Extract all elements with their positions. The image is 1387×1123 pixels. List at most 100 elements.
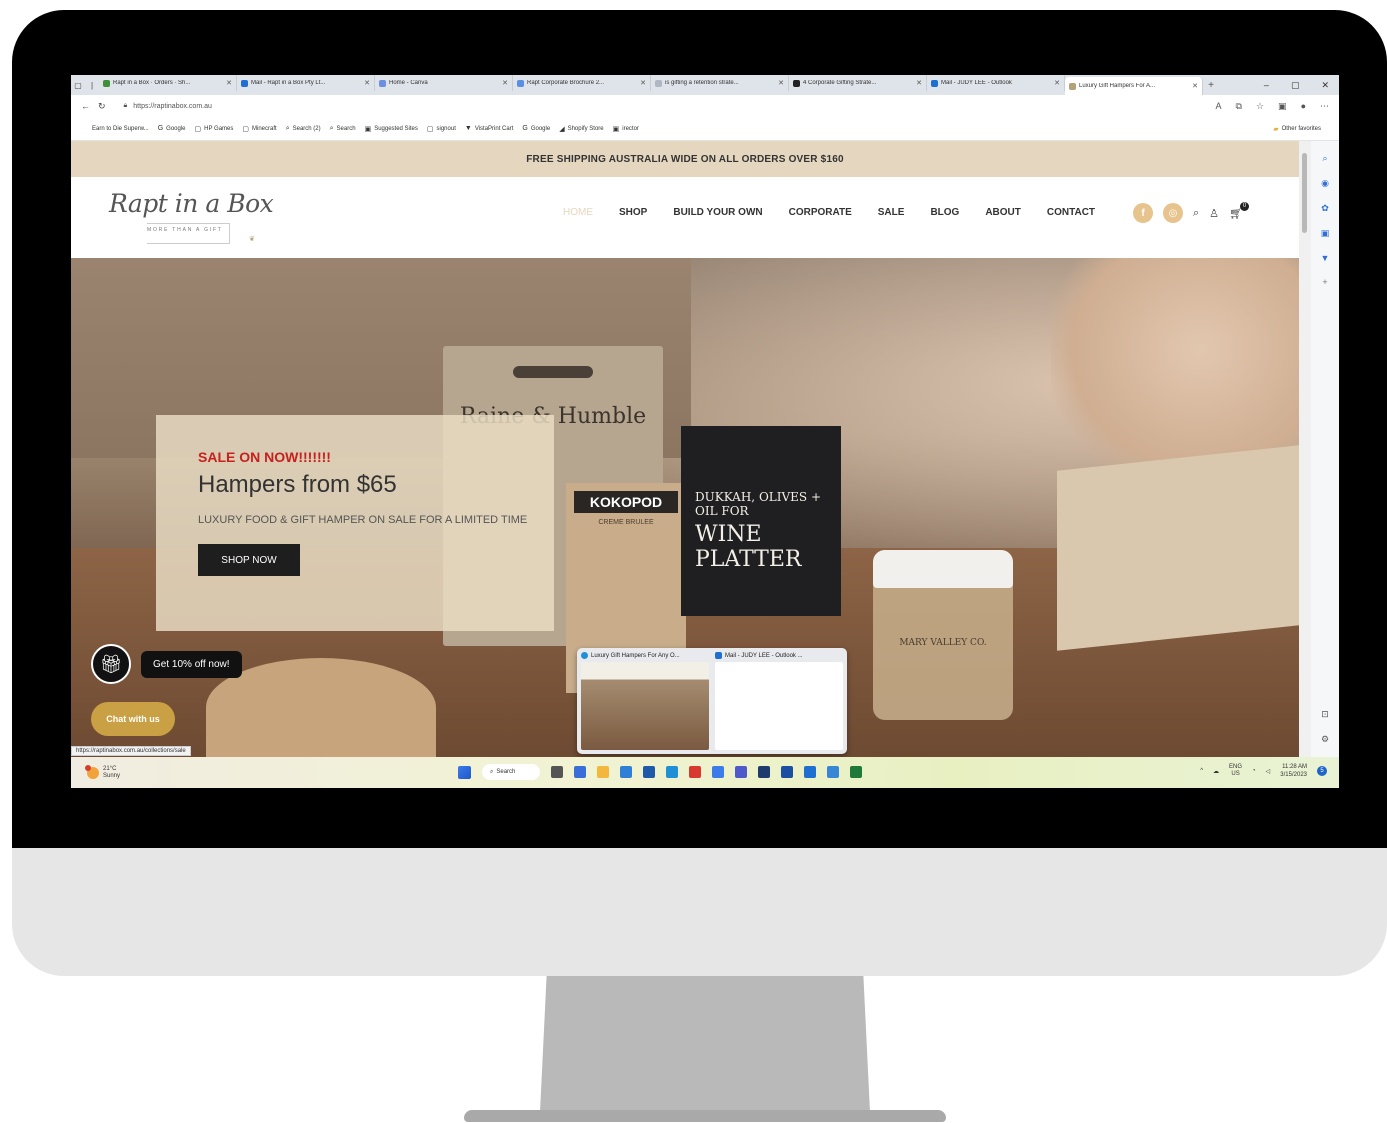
chevron-up-icon[interactable]: ^ <box>1200 768 1203 774</box>
taskbar-app-icon[interactable] <box>712 766 724 778</box>
scrollbar-thumb[interactable] <box>1302 153 1307 233</box>
bookmark-other-favorites[interactable]: ▰ Other favorites <box>1273 125 1321 133</box>
nav-item-sale[interactable]: SALE <box>878 207 905 218</box>
tab-close-icon[interactable]: ✕ <box>364 79 370 87</box>
browser-tab[interactable]: is gifting a retention strate... ✕ <box>651 75 789 91</box>
taskbar-app-icon[interactable] <box>758 766 770 778</box>
account-icon[interactable]: ♙ <box>1209 207 1219 220</box>
facebook-icon[interactable]: f <box>1133 203 1153 223</box>
taskbar-app-icon[interactable] <box>850 766 862 778</box>
language-indicator[interactable]: ENG US <box>1229 764 1242 778</box>
bookmark-item[interactable]: ⌕ Search <box>330 125 356 133</box>
bookmark-item[interactable]: Earn to Die Superw... <box>89 125 149 133</box>
shop-now-button[interactable]: SHOP NOW <box>198 544 300 576</box>
sidebar-outlook-icon[interactable]: ▣ <box>1321 228 1330 239</box>
taskbar-app-icon[interactable] <box>689 766 701 778</box>
nav-item-home[interactable]: HOME <box>563 207 593 218</box>
read-aloud-icon[interactable]: A <box>1216 101 1222 112</box>
bookmark-item[interactable]: ▢ Minecraft <box>242 125 276 133</box>
nav-item-build-your-own[interactable]: BUILD YOUR OWN <box>673 207 762 218</box>
browser-tab[interactable]: Luxury Gift Hampers For A... ✕ <box>1065 77 1203 95</box>
taskbar-app-icon[interactable] <box>735 766 747 778</box>
taskbar-app-icon[interactable] <box>643 766 655 778</box>
minimize-icon[interactable]: – <box>1264 80 1269 91</box>
notification-badge[interactable]: 5 <box>1317 766 1327 776</box>
page-scrollbar[interactable] <box>1299 141 1311 757</box>
wifi-icon[interactable]: ◔ <box>1252 768 1256 774</box>
browser-tab[interactable]: Mail - Rapt in a Box Pty Lt... ✕ <box>237 75 375 91</box>
site-logo[interactable]: Rapt in a Box MORE THAN A GIFT ❦ <box>109 189 274 247</box>
new-tab-button[interactable]: + <box>1203 80 1219 91</box>
clock[interactable]: 11:28 AM 3/15/2023 <box>1280 763 1307 779</box>
close-icon[interactable]: ✕ <box>1321 80 1329 91</box>
nav-item-corporate[interactable]: CORPORATE <box>789 207 852 218</box>
discount-popup-text[interactable]: Get 10% off now! <box>141 650 242 678</box>
bookmark-item[interactable]: ▣ irector <box>613 125 639 133</box>
sidebar-tools-icon[interactable]: ✿ <box>1321 203 1329 214</box>
profile-icon[interactable]: ● <box>1301 101 1306 112</box>
bookmark-item[interactable]: ▣ Suggested Sites <box>365 125 418 133</box>
thumbnail-window-2[interactable]: Mail - JUDY LEE - Outlook ... <box>715 652 843 750</box>
sidebar-layout-icon[interactable]: ⊡ <box>1321 709 1329 720</box>
taskbar-app-icon[interactable] <box>666 766 678 778</box>
taskbar-app-icon[interactable] <box>597 766 609 778</box>
search-icon[interactable]: ⌕ <box>1193 207 1199 220</box>
weather-widget[interactable]: 21°C Sunny <box>71 764 120 780</box>
back-icon[interactable]: ← <box>81 101 90 111</box>
tab-close-icon[interactable]: ✕ <box>640 79 646 87</box>
sidebar-settings-icon[interactable]: ⚙︎ <box>1321 734 1329 745</box>
bookmark-item[interactable]: ▼ VistaPrint Cart <box>465 125 514 133</box>
tab-close-icon[interactable]: ✕ <box>1192 82 1198 90</box>
tab-close-icon[interactable]: ✕ <box>1054 79 1060 87</box>
sidebar-shopping-icon[interactable]: ▼ <box>1321 253 1330 263</box>
taskbar-app-icon[interactable] <box>827 766 839 778</box>
tab-actions-icon[interactable]: ▢ <box>71 81 85 90</box>
more-icon[interactable]: ⋯ <box>1320 101 1329 112</box>
tab-close-icon[interactable]: ✕ <box>502 79 508 87</box>
taskbar-app-icon[interactable] <box>574 766 586 778</box>
bookmark-item[interactable]: G Google <box>522 125 550 133</box>
restore-icon[interactable]: ▢ <box>1291 80 1300 91</box>
discount-popup[interactable]: 🎁︎ Get 10% off now! <box>91 644 242 684</box>
taskbar-app-icon[interactable] <box>620 766 632 778</box>
bookmark-item[interactable]: ▢ HP Games <box>195 125 234 133</box>
volume-icon[interactable]: ◁ <box>1266 768 1271 775</box>
taskbar-app-icon[interactable] <box>804 766 816 778</box>
nav-item-contact[interactable]: CONTACT <box>1047 207 1095 218</box>
bookmark-item[interactable]: ⌕ Search (2) <box>286 125 321 133</box>
nav-item-about[interactable]: ABOUT <box>985 207 1021 218</box>
tab-close-icon[interactable]: ✕ <box>916 79 922 87</box>
cart-icon[interactable]: 🛒︎ 0 <box>1229 201 1250 220</box>
taskbar-app-icon[interactable] <box>781 766 793 778</box>
onedrive-icon[interactable]: ☁︎ <box>1213 768 1219 775</box>
url-field[interactable]: 🔒︎ https://raptinabox.com.au <box>113 98 1208 114</box>
browser-tab[interactable]: Rapt Corporate Brochure 2... ✕ <box>513 75 651 91</box>
chat-button[interactable]: Chat with us <box>91 702 175 736</box>
extensions-icon[interactable]: ⧉ <box>1236 101 1242 112</box>
bookmark-item[interactable]: ◢ Shopify Store <box>559 125 603 133</box>
bookmark-item[interactable]: ▢ signout <box>427 125 456 133</box>
browser-tab[interactable]: Mail - JUDY LEE - Outlook ✕ <box>927 75 1065 91</box>
nav-item-shop[interactable]: SHOP <box>619 207 647 218</box>
thumbnail-window-1[interactable]: Luxury Gift Hampers For Any O... <box>581 652 709 750</box>
browser-tab[interactable]: 4 Corporate Gifting Strate... ✕ <box>789 75 927 91</box>
sidebar-add-icon[interactable]: + <box>1322 277 1327 287</box>
browser-tab[interactable]: Home - Canva ✕ <box>375 75 513 91</box>
refresh-icon[interactable]: ↻ <box>98 101 106 112</box>
windows-start-icon[interactable] <box>458 765 471 779</box>
taskbar-app-icon[interactable] <box>551 766 563 778</box>
gift-icon[interactable]: 🎁︎ <box>91 644 131 684</box>
instagram-icon[interactable]: ◎ <box>1163 203 1183 223</box>
sidebar-bing-icon[interactable]: ◉ <box>1321 178 1329 189</box>
collections-icon[interactable]: ▣ <box>1278 101 1287 112</box>
sidebar-search-icon[interactable]: ⌕ <box>1322 153 1327 164</box>
taskbar-search[interactable]: ⌕ Search <box>482 764 540 780</box>
bookmark-item[interactable]: G Google <box>158 125 186 133</box>
favorites-star-icon[interactable]: ☆ <box>1256 101 1264 112</box>
nav-item-blog[interactable]: BLOG <box>930 207 959 218</box>
browser-tab[interactable]: Rapt in a Box · Orders · Sh... ✕ <box>99 75 237 91</box>
tab-close-icon[interactable]: ✕ <box>778 79 784 87</box>
address-bar-actions: A ⧉ ☆ ▣ ● ⋯ <box>1216 101 1329 112</box>
kokopod-label: KOKOPOD <box>574 491 678 513</box>
tab-close-icon[interactable]: ✕ <box>226 79 232 87</box>
